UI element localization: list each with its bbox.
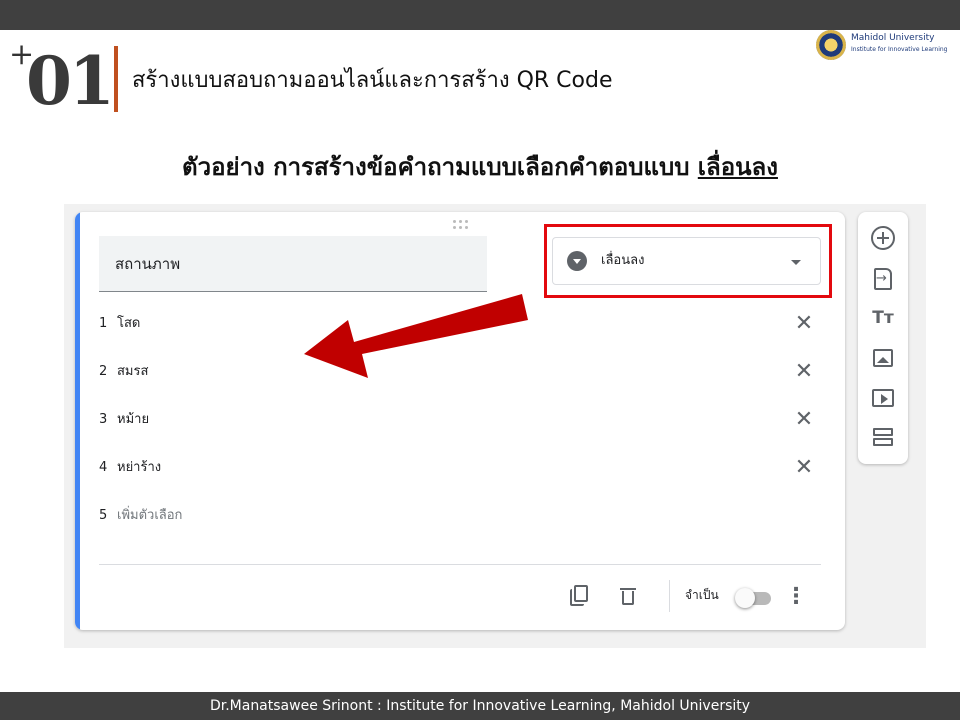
add-section-icon[interactable]: [871, 426, 895, 450]
option-number: 5: [99, 508, 108, 523]
title-divider: [114, 46, 118, 112]
option-label[interactable]: หม้าย: [117, 411, 149, 429]
add-question-icon[interactable]: [871, 226, 895, 250]
duplicate-icon[interactable]: [565, 581, 595, 611]
question-title-input[interactable]: สถานภาพ: [99, 236, 487, 292]
drag-handle-icon[interactable]: [453, 220, 469, 230]
option-row[interactable]: 3 หม้าย ✕: [99, 405, 819, 435]
add-option-input[interactable]: เพิ่มตัวเลือก: [117, 507, 182, 525]
subtitle-emphasis: เลื่อนลง: [697, 153, 778, 181]
logo-university-name: Mahidol University: [851, 33, 935, 43]
question-type-label: เลื่อนลง: [601, 253, 645, 268]
card-footer-divider: [99, 564, 821, 565]
slide-subtitle: ตัวอย่าง การสร้างข้อคำถามแบบเลือกคำตอบแบ…: [0, 150, 960, 184]
close-icon[interactable]: ✕: [789, 453, 819, 483]
add-image-icon[interactable]: [873, 349, 893, 367]
red-arrow-pointer: [304, 294, 528, 378]
option-number: 4: [99, 460, 108, 475]
footer-separator: [669, 580, 670, 612]
delete-icon[interactable]: [613, 581, 643, 611]
option-label[interactable]: โสด: [117, 315, 140, 333]
import-questions-icon[interactable]: [874, 268, 892, 290]
close-icon[interactable]: ✕: [789, 357, 819, 387]
add-video-icon[interactable]: [872, 389, 894, 407]
slide-number: 01: [26, 42, 115, 120]
add-option-row[interactable]: 5 เพิ่มตัวเลือก: [99, 501, 819, 531]
subtitle-text: ตัวอย่าง การสร้างข้อคำถามแบบเลือกคำตอบแบ…: [182, 153, 698, 181]
logo-institute-name: Institute for Innovative Learning: [851, 46, 948, 53]
dropdown-circle-icon: [567, 251, 587, 271]
option-number: 2: [99, 364, 108, 379]
chevron-down-icon: [791, 260, 801, 265]
required-label: จำเป็น: [685, 588, 719, 602]
close-icon[interactable]: ✕: [789, 405, 819, 435]
question-type-dropdown[interactable]: เลื่อนลง: [552, 237, 821, 285]
footer-credit: Dr.Manatsawee Srinont : Institute for In…: [0, 692, 960, 720]
card-accent-bar: [75, 212, 80, 630]
option-number: 3: [99, 412, 108, 427]
question-card[interactable]: สถานภาพ เลื่อนลง 1 โสด ✕ 2 สมรส ✕ 3 หม้า…: [75, 212, 845, 630]
slide-title: สร้างแบบสอบถามออนไลน์และการสร้าง QR Code: [132, 68, 613, 93]
top-bar: [0, 0, 960, 30]
option-number: 1: [99, 316, 108, 331]
required-toggle[interactable]: [735, 588, 773, 608]
option-label[interactable]: สมรส: [117, 363, 148, 381]
more-vert-icon[interactable]: ⋮: [781, 582, 811, 612]
side-toolbar: Tт: [858, 212, 908, 464]
close-icon[interactable]: ✕: [789, 309, 819, 339]
university-seal-icon: [816, 30, 846, 60]
option-row[interactable]: 4 หย่าร้าง ✕: [99, 453, 819, 483]
arrow-shape: [304, 294, 528, 378]
option-label[interactable]: หย่าร้าง: [117, 459, 161, 477]
add-title-icon[interactable]: Tт: [871, 306, 895, 330]
